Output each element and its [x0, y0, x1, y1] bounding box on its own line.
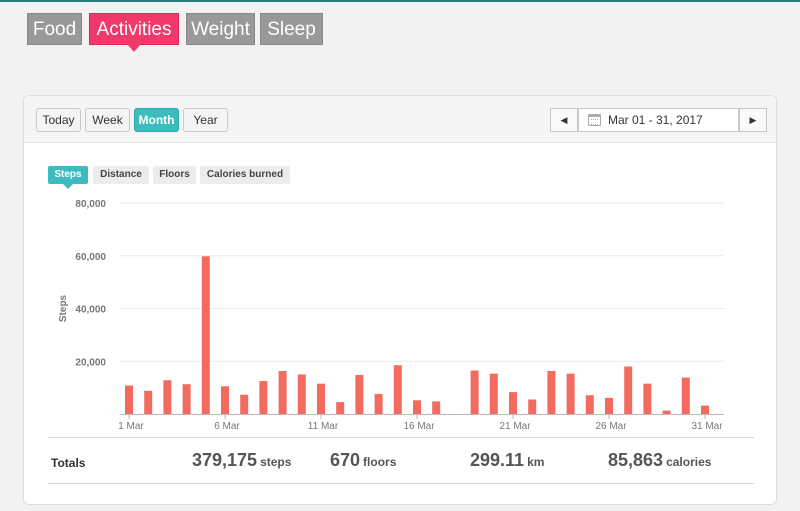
- bar: [297, 374, 306, 414]
- activity-panel: Today Week Month Year ◀ Mar 01 - 31, 201…: [23, 95, 777, 505]
- x-tick-label: 26 Mar: [595, 421, 627, 432]
- bar: [432, 401, 441, 414]
- bar: [547, 371, 556, 414]
- total-steps-value: 379,175: [192, 450, 258, 470]
- y-axis-label: Steps: [58, 294, 69, 322]
- totals-label: Totals: [51, 456, 86, 470]
- bar: [336, 402, 345, 414]
- bar: [701, 405, 709, 414]
- bar: [605, 397, 613, 414]
- bar: [221, 386, 229, 414]
- bar: [566, 373, 575, 414]
- y-tick-label: 40,000: [75, 305, 106, 316]
- steps-bar-chart: 80,000 60,000 40,000 20,000 Steps 1 Mar 6 Mar 1…: [58, 199, 724, 432]
- bar: [240, 394, 249, 414]
- bar: [681, 377, 690, 414]
- y-tick-label: 20,000: [75, 357, 106, 368]
- total-distance: 299.11 km: [470, 450, 544, 471]
- tab-food[interactable]: Food: [27, 13, 82, 45]
- x-tick-label: 16 Mar: [403, 421, 435, 432]
- x-tick-label: 11 Mar: [308, 421, 339, 432]
- bar: [662, 410, 671, 414]
- totals-divider-top: [48, 437, 754, 438]
- y-tick-label: 60,000: [75, 252, 106, 263]
- x-tick-label: 21 Mar: [499, 421, 531, 432]
- total-distance-value: 299.11: [470, 450, 525, 470]
- bar: [125, 385, 133, 414]
- bar: [374, 393, 383, 414]
- total-calories-value: 85,863: [608, 450, 664, 470]
- x-tick-label: 1 Mar: [118, 421, 144, 432]
- tab-weight[interactable]: Weight: [186, 13, 255, 45]
- total-calories: 85,863 calories: [608, 450, 711, 471]
- bar: [355, 374, 364, 414]
- tab-activities[interactable]: Activities: [89, 13, 179, 52]
- tab-sleep[interactable]: Sleep: [260, 13, 323, 45]
- bar: [624, 366, 633, 414]
- total-distance-unit: km: [527, 455, 545, 469]
- totals-divider-bottom: [48, 483, 754, 484]
- x-tick-label: 6 Mar: [214, 421, 240, 432]
- bar: [528, 399, 537, 414]
- total-floors: 670 floors: [330, 450, 396, 471]
- bar: [643, 383, 652, 414]
- bar: [182, 384, 191, 414]
- bar: [259, 381, 268, 414]
- total-steps: 379,175 steps: [192, 450, 291, 471]
- bar: [144, 390, 153, 414]
- bar: [413, 400, 421, 414]
- bar: [163, 380, 172, 414]
- bar: [470, 370, 479, 414]
- bar: [201, 256, 210, 414]
- top-accent-line: [0, 0, 800, 2]
- total-steps-unit: steps: [260, 455, 292, 469]
- bar: [317, 383, 325, 414]
- bar: [278, 371, 287, 414]
- y-tick-label: 80,000: [75, 199, 106, 210]
- bar: [509, 392, 517, 414]
- bar: [489, 373, 498, 414]
- total-floors-unit: floors: [363, 455, 397, 469]
- total-calories-unit: calories: [666, 455, 712, 469]
- total-floors-value: 670: [330, 450, 361, 470]
- bar: [393, 365, 402, 414]
- x-tick-label: 31 Mar: [691, 421, 723, 432]
- bar: [585, 395, 594, 414]
